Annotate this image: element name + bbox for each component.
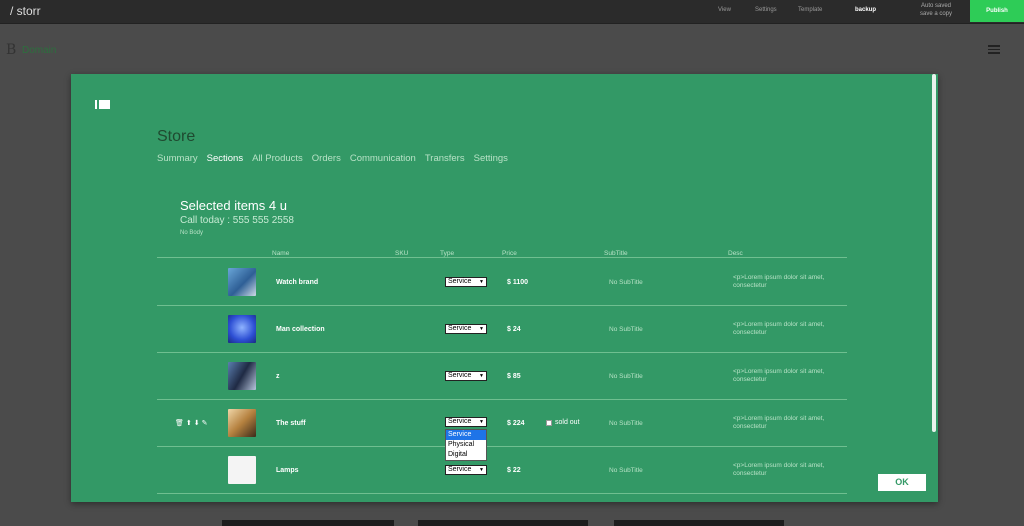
type-select[interactable]: Service ▼ xyxy=(445,324,487,334)
col-desc: Desc xyxy=(728,250,743,257)
table-row[interactable]: z Service ▼ $ 85 No SubTitle <p>Lorem ips… xyxy=(157,353,847,400)
background-thumbnails xyxy=(0,520,1024,526)
product-price[interactable]: $ 224 xyxy=(507,420,525,427)
section-subtitle[interactable]: Call today : 555 555 2558 xyxy=(180,215,294,226)
tab-sections[interactable]: Sections xyxy=(207,153,243,164)
arrow-down-icon[interactable]: ⬇ xyxy=(194,419,200,427)
tab-transfers[interactable]: Transfers xyxy=(425,153,465,164)
product-name[interactable]: Lamps xyxy=(276,467,299,474)
product-name[interactable]: Man collection xyxy=(276,326,325,333)
brand-logo[interactable]: / storr xyxy=(10,4,41,18)
product-thumbnail[interactable] xyxy=(228,315,256,343)
col-type: Type xyxy=(440,250,455,257)
type-select[interactable]: Service ▼ xyxy=(445,371,487,381)
product-desc[interactable]: <p>Lorem ipsum dolor sit amet, consectet… xyxy=(733,415,833,431)
chevron-down-icon: ▼ xyxy=(479,279,484,285)
product-name[interactable]: The stuff xyxy=(276,420,306,427)
tab-settings[interactable]: Settings xyxy=(474,153,508,164)
type-select[interactable]: Service ▼ xyxy=(445,277,487,287)
chevron-down-icon: ▼ xyxy=(479,467,484,473)
product-price[interactable]: $ 85 xyxy=(507,373,521,380)
table-header: Name SKU Type Price SubTitle Desc xyxy=(157,250,847,258)
product-price[interactable]: $ 22 xyxy=(507,467,521,474)
section-title[interactable]: Selected items 4 u xyxy=(180,198,287,213)
save-status: Auto saved save a copy xyxy=(912,2,960,18)
nav-settings[interactable]: Settings xyxy=(755,7,798,13)
tab-orders[interactable]: Orders xyxy=(312,153,341,164)
col-subtitle: SubTitle xyxy=(604,250,628,257)
col-price: Price xyxy=(502,250,517,257)
product-price[interactable]: $ 1100 xyxy=(507,279,528,286)
sold-out-checkbox[interactable] xyxy=(546,419,552,426)
top-bar: / storr View Settings Template backup Au… xyxy=(0,0,1024,24)
site-logo: B xyxy=(6,42,17,58)
option-physical[interactable]: Physical xyxy=(446,440,486,450)
table-row[interactable]: 🗑 ⬆ ⬇ ✎ The stuff Service ▼ $ 224 sold ou… xyxy=(157,400,847,447)
option-service[interactable]: Service xyxy=(446,430,486,440)
sold-out-label: sold out xyxy=(555,419,580,426)
store-tabs: Summary Sections All Products Orders Com… xyxy=(157,153,508,164)
table-row[interactable]: Man collection Service ▼ $ 24 No SubTitle… xyxy=(157,306,847,353)
hamburger-icon[interactable] xyxy=(988,45,1000,54)
product-thumbnail[interactable] xyxy=(228,362,256,390)
chevron-down-icon: ▼ xyxy=(479,326,484,332)
tab-summary[interactable]: Summary xyxy=(157,153,198,164)
col-sku: SKU xyxy=(395,250,409,257)
product-desc[interactable]: <p>Lorem ipsum dolor sit amet, consectet… xyxy=(733,462,833,478)
product-thumbnail[interactable] xyxy=(228,268,256,296)
product-subtitle[interactable]: No SubTitle xyxy=(609,420,643,427)
type-select[interactable]: Service ▼ xyxy=(445,417,487,427)
sold-out-toggle[interactable]: sold out xyxy=(546,419,580,426)
nav-view[interactable]: View xyxy=(718,7,755,13)
option-digital[interactable]: Digital xyxy=(446,450,486,460)
store-modal: Store Summary Sections All Products Orde… xyxy=(71,74,938,502)
nav-template[interactable]: Template xyxy=(798,7,855,13)
save-copy-link[interactable]: save a copy xyxy=(912,10,960,18)
product-desc[interactable]: <p>Lorem ipsum dolor sit amet, consectet… xyxy=(733,274,833,290)
product-name[interactable]: z xyxy=(276,373,280,380)
product-desc[interactable]: <p>Lorem ipsum dolor sit amet, consectet… xyxy=(733,321,833,337)
section-body[interactable]: No Body xyxy=(180,230,203,236)
col-name: Name xyxy=(272,250,290,257)
trash-icon[interactable]: 🗑 xyxy=(175,419,184,427)
chevron-down-icon: ▼ xyxy=(479,373,484,379)
table-row[interactable]: Watch brand Service ▼ $ 1100 No SubTitle … xyxy=(157,259,847,306)
tab-all-products[interactable]: All Products xyxy=(252,153,303,164)
type-select[interactable]: Service ▼ xyxy=(445,465,487,475)
table-row[interactable]: Lamps Service ▼ $ 22 No SubTitle <p>Lorem… xyxy=(157,447,847,494)
panel-toggle-icon[interactable] xyxy=(95,100,110,109)
product-price[interactable]: $ 24 xyxy=(507,326,521,333)
product-subtitle[interactable]: No SubTitle xyxy=(609,373,643,380)
edit-icon[interactable]: ✎ xyxy=(202,419,208,427)
modal-scrollbar[interactable] xyxy=(932,74,936,432)
product-name[interactable]: Watch brand xyxy=(276,279,318,286)
product-subtitle[interactable]: No SubTitle xyxy=(609,279,643,286)
tab-communication[interactable]: Communication xyxy=(350,153,416,164)
product-thumbnail[interactable] xyxy=(228,409,256,437)
auto-saved-text: Auto saved xyxy=(920,3,952,9)
row-tools: 🗑 ⬆ ⬇ ✎ xyxy=(175,419,208,427)
product-desc[interactable]: <p>Lorem ipsum dolor sit amet, consectet… xyxy=(733,368,833,384)
ok-button[interactable]: OK xyxy=(878,474,926,491)
arrow-up-icon[interactable]: ⬆ xyxy=(186,419,192,427)
product-thumbnail[interactable] xyxy=(228,456,256,484)
type-dropdown-menu: Service Physical Digital xyxy=(445,429,487,461)
publish-button[interactable]: Publish xyxy=(970,0,1024,22)
product-subtitle[interactable]: No SubTitle xyxy=(609,467,643,474)
chevron-down-icon: ▼ xyxy=(479,419,484,425)
store-title: Store xyxy=(157,128,196,145)
top-nav: View Settings Template backup xyxy=(718,7,895,13)
product-subtitle[interactable]: No SubTitle xyxy=(609,326,643,333)
nav-backup[interactable]: backup xyxy=(855,7,895,13)
site-domain: Domain xyxy=(22,45,57,56)
